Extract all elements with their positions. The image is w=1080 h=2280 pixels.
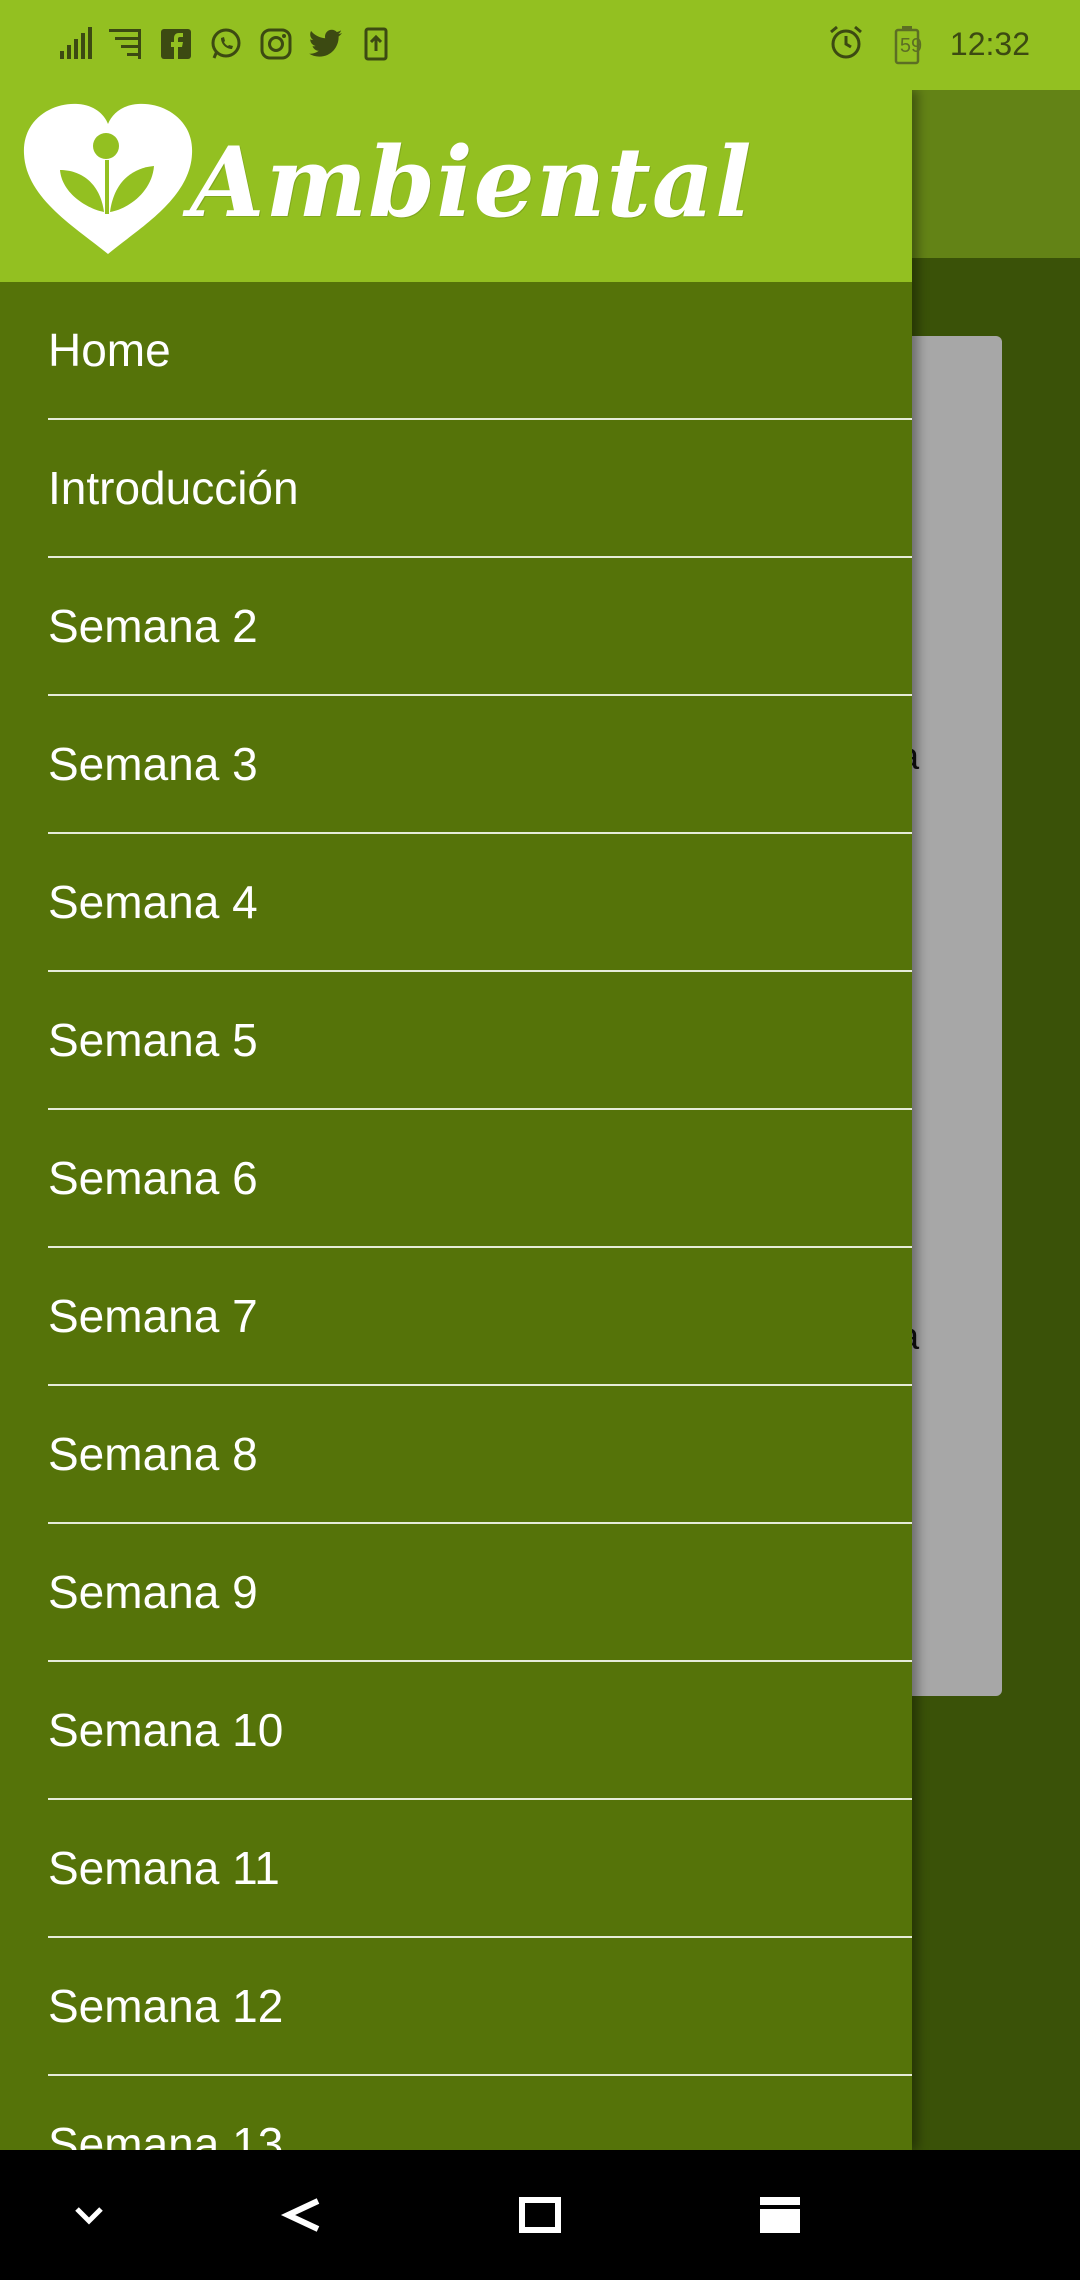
status-icons-right: 59 12:32 (828, 24, 1030, 65)
drawer-menu-item[interactable]: Semana 12 (0, 1938, 912, 2076)
status-time: 12:32 (949, 26, 1030, 62)
back-icon[interactable] (265, 2180, 335, 2250)
drawer-menu-item-label: Semana 13 (48, 2118, 284, 2150)
drawer-menu-item[interactable]: Semana 10 (0, 1662, 912, 1800)
battery-level: 59 (899, 34, 923, 57)
upload-icon (358, 26, 394, 62)
alarm-icon (828, 24, 864, 65)
drawer-menu-item-label: Home (48, 324, 171, 376)
drawer-menu-item[interactable]: Semana 8 (0, 1386, 912, 1524)
signal-icon (58, 26, 94, 62)
navigation-drawer: Ambiental Home Introducción Semana 2 Semana… (0, 90, 912, 2150)
drawer-menu-item-label: Semana 6 (48, 1152, 258, 1204)
drawer-menu-item-label: Semana 3 (48, 738, 258, 790)
status-bar: 59 12:32 (0, 0, 1080, 90)
drawer-menu-item[interactable]: Semana 9 (0, 1524, 912, 1662)
instagram-icon (258, 26, 294, 62)
drawer-header: Ambiental (0, 90, 912, 282)
drawer-menu-item[interactable]: Introducción (0, 420, 912, 558)
chevron-down-icon[interactable] (54, 2180, 124, 2250)
status-icons-left (58, 26, 394, 62)
drawer-menu-item[interactable]: Semana 7 (0, 1248, 912, 1386)
stacked-notification-icon (108, 26, 144, 62)
drawer-menu-item-label: Semana 4 (48, 876, 258, 928)
drawer-menu-item-label: Semana 5 (48, 1014, 258, 1066)
drawer-menu-item[interactable]: Semana 13 (0, 2076, 912, 2150)
drawer-menu-item-label: Semana 12 (48, 1980, 284, 2032)
battery-icon: 59 (890, 25, 924, 65)
drawer-menu-item[interactable]: Semana 11 (0, 1800, 912, 1938)
drawer-menu-item[interactable]: Semana 3 (0, 696, 912, 834)
drawer-menu-item-label: Semana 10 (48, 1704, 284, 1756)
heart-leaf-logo-icon (23, 103, 193, 255)
drawer-menu: Home Introducción Semana 2 Semana 3 Semana 4… (0, 282, 912, 2150)
drawer-menu-item-label: Semana 11 (48, 1842, 280, 1894)
drawer-menu-item-label: Semana 8 (48, 1428, 258, 1480)
drawer-menu-item[interactable]: Semana 5 (0, 972, 912, 1110)
drawer-menu-item-label: Semana 7 (48, 1290, 258, 1342)
drawer-menu-item[interactable]: Semana 2 (0, 558, 912, 696)
whatsapp-icon (208, 26, 244, 62)
drawer-menu-item-label: Semana 9 (48, 1566, 258, 1618)
drawer-menu-item[interactable]: Semana 4 (0, 834, 912, 972)
brand-logo-text: Ambiental (190, 126, 753, 239)
drawer-menu-item[interactable]: Semana 6 (0, 1110, 912, 1248)
navigation-bar (0, 2150, 1080, 2280)
drawer-menu-item[interactable]: Home (0, 282, 912, 420)
recents-icon[interactable] (745, 2180, 815, 2250)
drawer-menu-item-label: Introducción (48, 462, 299, 514)
home-square-icon[interactable] (505, 2180, 575, 2250)
facebook-icon (158, 26, 194, 62)
twitter-icon (308, 26, 344, 62)
drawer-menu-item-label: Semana 2 (48, 600, 258, 652)
